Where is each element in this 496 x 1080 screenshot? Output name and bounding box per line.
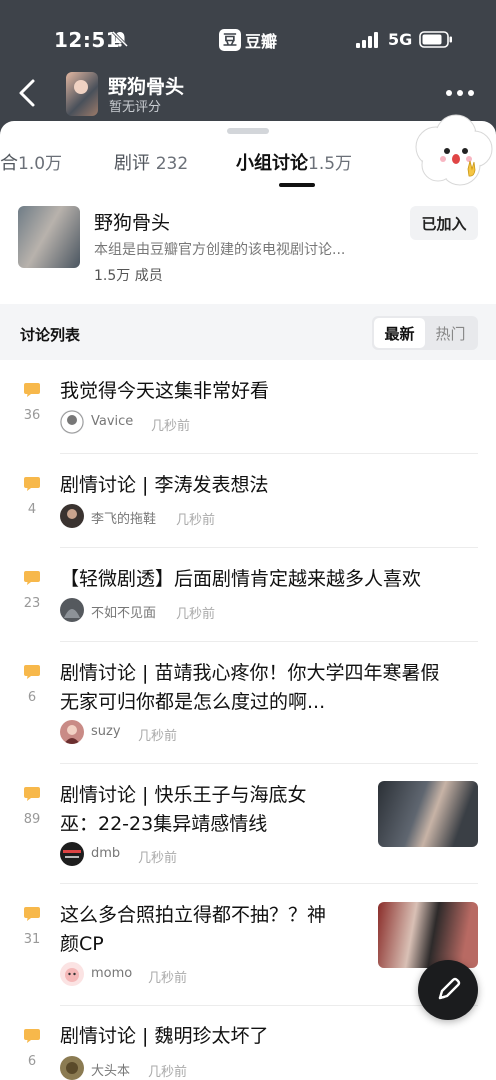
compose-button[interactable] [418,960,478,1020]
reply-count: 4 [27,502,37,517]
reply-count: 23 [23,596,41,611]
topic-title-line1: 剧情讨论 | 苗靖我心疼你！你大学四年寒暑假 [60,662,440,684]
topic-thumbnail-image[interactable] [378,781,478,847]
topic-title-line2: 巫：22-23集异靖感情线 [60,813,268,835]
app-badge: 豆 豆瓣 [219,27,277,53]
list-header: 讨论列表 最新 热门 [0,304,496,360]
back-arrow-icon[interactable] [14,76,42,110]
tab-label: 剧评 [114,153,150,174]
tab-group-discussion[interactable]: 小组讨论1.5万 [236,149,352,175]
joined-button[interactable]: 已加入 [410,206,478,240]
avatar [60,720,84,744]
cloud-mascot-icon[interactable] [410,107,496,193]
post-time: 几秒前 [138,729,178,744]
avatar [60,842,84,866]
avatar [60,598,84,622]
network-type: 5G [388,30,413,49]
topic-item[interactable]: 89 剧情讨论 | 快乐王子与海底女 巫：22-23集异靖感情线 dmb 几秒前 [0,764,496,884]
tab-count: 1.0万 [18,154,63,174]
post-time: 几秒前 [148,1065,188,1080]
post-time: 几秒前 [176,513,216,528]
tab-partial[interactable]: 合1.0万 [0,149,62,175]
group-name: 野狗骨头 [94,212,171,234]
reply-count: 89 [23,812,41,827]
post-time: 几秒前 [176,607,216,622]
sort-latest[interactable]: 最新 [374,318,425,348]
comment-icon [24,571,40,585]
topic-item[interactable]: 23 【轻微剧透】后面剧情肯定越来越多人喜欢 不如不见面 几秒前 [0,548,496,642]
reply-count: 31 [23,932,41,947]
comment-icon [24,665,40,679]
group-cover-image [18,206,80,268]
topic-title: 剧情讨论 | 魏明珍太坏了 [60,1025,269,1047]
tab-count: 1.5万 [308,154,353,174]
author-name: suzy [91,724,121,739]
avatar [60,1056,84,1080]
author-name: Vavice [91,414,134,429]
topic-item[interactable]: 6 剧情讨论 | 魏明珍太坏了 大头本 几秒前 [0,1006,496,1080]
topic-thumbnail-image[interactable] [378,902,478,968]
avatar [60,410,84,434]
douban-logo-icon: 豆 [219,29,241,51]
group-description: 本组是由豆瓣官方创建的该电视剧讨论... [94,242,346,258]
author-name: 不如不见面 [91,606,157,621]
reply-count: 6 [27,1054,37,1069]
group-member-count: 1.5万 成员 [94,268,163,284]
post-time: 几秒前 [138,851,178,866]
show-poster-thumbnail[interactable] [66,72,98,116]
signal-icon [356,32,378,48]
tab-reviews[interactable]: 剧评 232 [114,149,188,175]
show-title[interactable]: 野狗骨头 [108,72,184,99]
status-bar: 12:51 豆 豆瓣 5G [0,22,496,58]
comment-icon [24,787,40,801]
rating-status: 暂无评分 [109,100,162,115]
avatar [60,962,84,986]
list-title: 讨论列表 [20,326,81,344]
author-name: dmb [91,846,121,861]
topic-title-line1: 这么多合照拍立得都不抽？？神 [60,904,327,926]
post-time: 几秒前 [151,419,191,434]
topic-title-line2: 颜CP [60,933,104,955]
sort-toggle: 最新 热门 [372,316,478,350]
pen-icon [438,977,461,1000]
topic-item[interactable]: 4 剧情讨论 | 李涛发表想法 李飞的拖鞋 几秒前 [0,454,496,548]
topic-item[interactable]: 36 我觉得今天这集非常好看 Vavice 几秒前 [0,360,496,454]
author-name: momo [91,966,133,981]
author-name: 李飞的拖鞋 [91,512,157,527]
reply-count: 36 [23,408,41,423]
more-options-icon[interactable] [442,80,478,106]
group-card[interactable]: 野狗骨头 本组是由豆瓣官方创建的该电视剧讨论... 1.5万 成员 已加入 [0,188,496,304]
topic-list: 36 我觉得今天这集非常好看 Vavice 几秒前 4 剧情讨论 | 李涛发表想… [0,360,496,1080]
comment-icon [24,477,40,491]
reply-count: 6 [27,690,37,705]
topic-title-line2: 无家可归你都是怎么度过的啊... [60,691,326,713]
comment-icon [24,907,40,921]
tab-label: 合 [0,153,18,174]
topic-title: 剧情讨论 | 李涛发表想法 [60,474,269,496]
comment-icon [24,383,40,397]
post-time: 几秒前 [148,971,188,986]
bell-muted-icon [111,30,129,48]
topic-item[interactable]: 6 剧情讨论 | 苗靖我心疼你！你大学四年寒暑假 无家可归你都是怎么度过的啊..… [0,642,496,764]
drag-handle[interactable] [227,128,269,134]
sort-hot[interactable]: 热门 [425,318,476,348]
battery-icon [419,31,452,48]
topic-title: 我觉得今天这集非常好看 [60,380,270,402]
author-name: 大头本 [91,1064,131,1079]
active-tab-indicator [279,183,315,187]
topic-title: 【轻微剧透】后面剧情肯定越来越多人喜欢 [60,568,422,590]
app-name: 豆瓣 [245,32,278,51]
comment-icon [24,1029,40,1043]
tab-label: 小组讨论 [236,153,308,174]
avatar [60,504,84,528]
tab-count: 232 [155,154,189,174]
topic-title-line1: 剧情讨论 | 快乐王子与海底女 [60,784,307,806]
